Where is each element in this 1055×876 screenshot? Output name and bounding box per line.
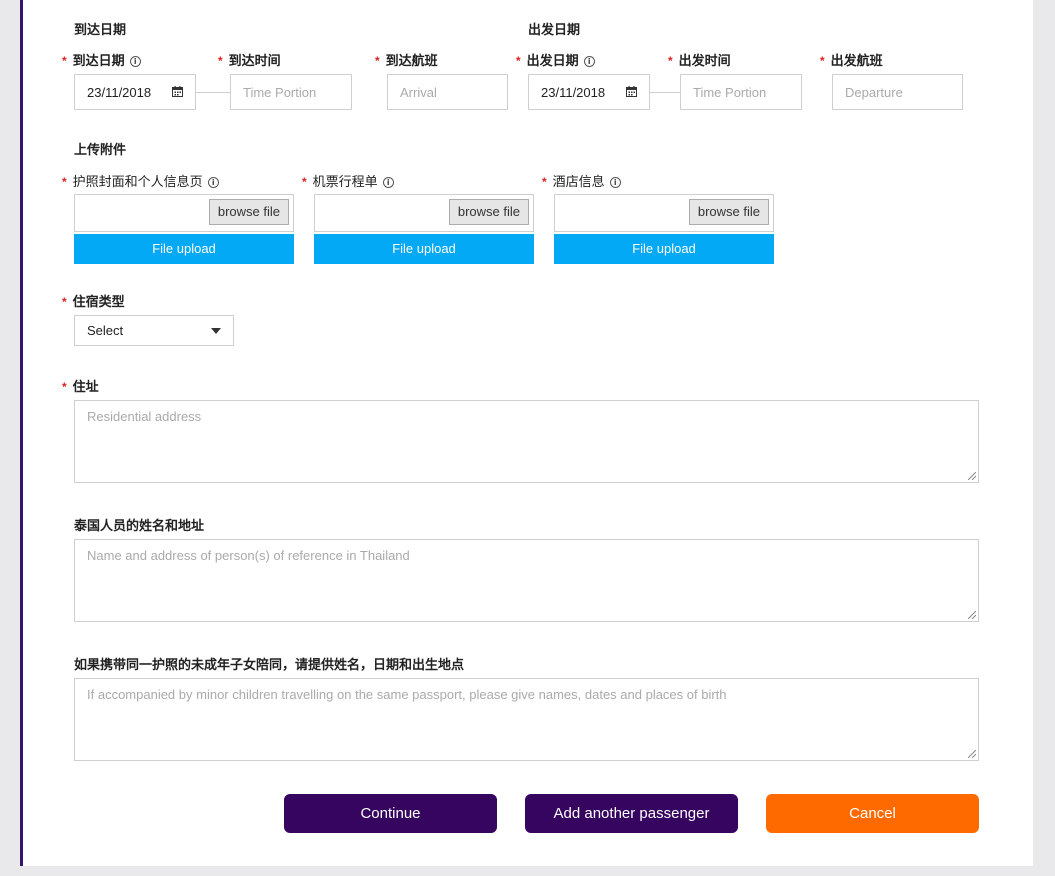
required-mark: *: [516, 54, 521, 68]
cancel-button[interactable]: Cancel: [766, 794, 979, 833]
minors-textarea[interactable]: If accompanied by minor children travell…: [74, 678, 979, 761]
accommodation-type-select[interactable]: Select: [74, 315, 234, 346]
arrival-time-label: * 到达时间: [218, 50, 281, 69]
departure-time-placeholder: Time Portion: [693, 84, 767, 100]
required-mark: *: [62, 295, 67, 309]
address-label: * 住址: [62, 376, 99, 395]
file-upload-button[interactable]: File upload: [554, 234, 774, 264]
arrival-section-title: 到达日期: [74, 22, 127, 37]
address-textarea[interactable]: Residential address: [74, 400, 979, 483]
accommodation-selected-value: Select: [87, 323, 124, 338]
arrival-flight-label: * 到达航班: [375, 50, 438, 69]
required-mark: *: [62, 380, 67, 394]
required-mark: *: [375, 54, 380, 68]
required-mark: *: [668, 54, 673, 68]
departure-date-label: * 出发日期 i: [516, 50, 595, 69]
minors-label: 如果携带同一护照的未成年子女陪同，请提供姓名，日期和出生地点: [74, 657, 465, 672]
arrival-time-input[interactable]: Time Portion: [230, 74, 352, 110]
arrival-time-label-text: 到达时间: [228, 53, 281, 68]
attachment-passport-label-text: 护照封面和个人信息页: [72, 174, 203, 189]
attachment-ticket-file-field[interactable]: browse file: [314, 194, 534, 232]
departure-date-value: 23/11/2018: [541, 84, 606, 100]
departure-flight-label: * 出发航班: [820, 50, 883, 69]
add-passenger-button[interactable]: Add another passenger: [525, 794, 738, 833]
date-time-connector: [196, 92, 230, 93]
required-mark: *: [218, 54, 223, 68]
resize-handle-icon[interactable]: [968, 472, 976, 480]
info-icon[interactable]: i: [207, 177, 219, 188]
attachment-passport-label: * 护照封面和个人信息页 i: [62, 171, 219, 190]
arrival-flight-label-text: 到达航班: [385, 53, 438, 68]
departure-date-input[interactable]: 23/11/2018: [528, 74, 650, 110]
required-mark: *: [62, 54, 67, 68]
info-icon[interactable]: i: [583, 56, 595, 67]
attachment-hotel-file-field[interactable]: browse file: [554, 194, 774, 232]
file-upload-button[interactable]: File upload: [74, 234, 294, 264]
minors-placeholder: If accompanied by minor children travell…: [87, 687, 727, 702]
reference-placeholder: Name and address of person(s) of referen…: [87, 548, 410, 563]
file-upload-button[interactable]: File upload: [314, 234, 534, 264]
departure-section-title: 出发日期: [528, 22, 581, 37]
arrival-date-label: * 到达日期 i: [62, 50, 141, 69]
form-panel: 到达日期 出发日期 * 到达日期 i * 到达时间 * 到达航班 * 出发日期 i * 出发时…: [20, 0, 1033, 866]
required-mark: *: [542, 175, 547, 189]
resize-handle-icon[interactable]: [968, 750, 976, 758]
required-mark: *: [62, 175, 67, 189]
resize-handle-icon[interactable]: [968, 611, 976, 619]
calendar-icon[interactable]: [626, 86, 637, 97]
accommodation-type-label: * 住宿类型: [62, 291, 125, 310]
attachment-passport-file-field[interactable]: browse file: [74, 194, 294, 232]
accommodation-type-label-text: 住宿类型: [72, 294, 125, 309]
attachment-ticket-label: * 机票行程单 i: [302, 171, 394, 190]
departure-time-label-text: 出发时间: [678, 53, 731, 68]
continue-button[interactable]: Continue: [284, 794, 497, 833]
browse-file-button[interactable]: browse file: [688, 199, 769, 225]
caret-down-icon: [211, 328, 221, 334]
departure-date-label-text: 出发日期: [526, 53, 579, 68]
required-mark: *: [302, 175, 307, 189]
arrival-date-value: 23/11/2018: [87, 84, 152, 100]
info-icon[interactable]: i: [609, 177, 621, 188]
departure-flight-input[interactable]: Departure: [832, 74, 963, 110]
arrival-date-input[interactable]: 23/11/2018: [74, 74, 196, 110]
reference-label: 泰国人员的姓名和地址: [74, 518, 205, 533]
calendar-icon[interactable]: [172, 86, 183, 97]
attachment-hotel-label-text: 酒店信息: [552, 174, 605, 189]
date-time-connector: [650, 92, 680, 93]
required-mark: *: [820, 54, 825, 68]
reference-textarea[interactable]: Name and address of person(s) of referen…: [74, 539, 979, 622]
address-placeholder: Residential address: [87, 409, 202, 424]
address-label-text: 住址: [72, 379, 99, 394]
arrival-flight-input[interactable]: Arrival: [387, 74, 508, 110]
browse-file-button[interactable]: browse file: [208, 199, 289, 225]
browse-file-button[interactable]: browse file: [448, 199, 529, 225]
arrival-time-placeholder: Time Portion: [243, 84, 317, 100]
attachments-section-title: 上传附件: [74, 142, 127, 157]
departure-time-label: * 出发时间: [668, 50, 731, 69]
arrival-date-label-text: 到达日期: [72, 53, 125, 68]
departure-flight-label-text: 出发航班: [830, 53, 883, 68]
info-icon[interactable]: i: [129, 56, 141, 67]
departure-flight-placeholder: Departure: [845, 84, 903, 100]
departure-time-input[interactable]: Time Portion: [680, 74, 802, 110]
attachment-hotel-label: * 酒店信息 i: [542, 171, 621, 190]
attachment-ticket-label-text: 机票行程单: [312, 174, 378, 189]
info-icon[interactable]: i: [382, 177, 394, 188]
arrival-flight-placeholder: Arrival: [400, 84, 437, 100]
